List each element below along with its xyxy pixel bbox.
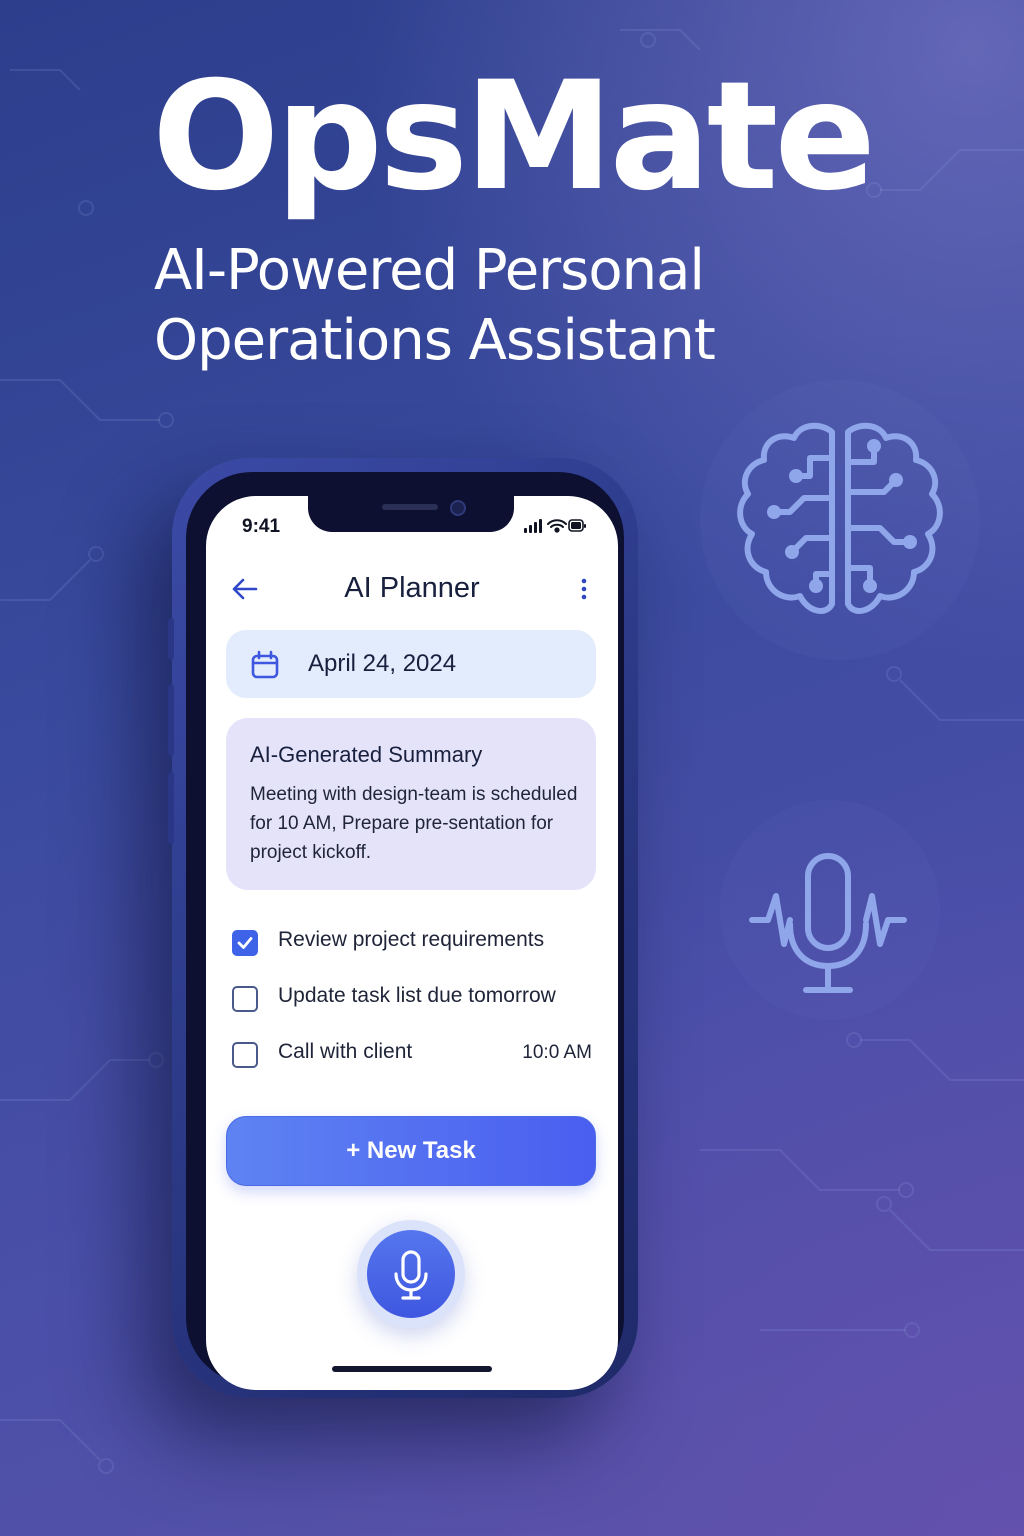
task-checkbox[interactable]	[232, 1042, 258, 1068]
task-item[interactable]: Call with client 10:0 AM	[232, 1038, 592, 1072]
selected-date: April 24, 2024	[308, 650, 457, 677]
summary-text: Meeting with design-team is scheduled fo…	[250, 784, 578, 863]
signal-icon	[524, 519, 542, 533]
task-time: 10:0 AM	[522, 1042, 592, 1063]
phone-volume-down	[168, 772, 174, 844]
microphone-icon	[394, 1250, 428, 1300]
brain-circuit-icon	[737, 422, 943, 614]
status-time: 9:41	[242, 516, 281, 537]
tagline-line-2: Operations Assistant	[154, 308, 716, 373]
task-checkbox[interactable]	[232, 986, 258, 1012]
tagline-line-1: AI-Powered Personal	[154, 238, 705, 303]
phone-mockup: 9:41 AI Planner April 24, 2024 AI-Genera…	[168, 458, 638, 1398]
phone-mute-switch	[168, 618, 174, 660]
calendar-icon	[251, 650, 279, 679]
wifi-icon	[547, 519, 567, 533]
app-title: OpsMate	[152, 50, 876, 224]
task-label: Call with client	[278, 1040, 413, 1063]
status-icons	[524, 519, 586, 533]
front-camera	[450, 500, 466, 516]
speaker-grille	[382, 504, 438, 510]
ai-summary-card: AI-Generated Summary Meeting with design…	[226, 718, 596, 890]
microphone-waveform-icon	[749, 853, 907, 993]
new-task-button[interactable]: + New Task	[226, 1116, 596, 1186]
voice-input-halo	[357, 1220, 465, 1328]
voice-input-button[interactable]	[367, 1230, 455, 1318]
date-selector[interactable]: April 24, 2024	[226, 630, 596, 698]
task-item[interactable]: Review project requirements	[232, 926, 592, 960]
task-label: Review project requirements	[278, 928, 545, 951]
app-tagline: AI-Powered Personal Operations Assistant	[154, 236, 874, 376]
phone-notch	[308, 496, 514, 532]
task-item[interactable]: Update task list due tomorrow	[232, 982, 592, 1016]
checkmark-icon	[237, 937, 253, 949]
task-checkbox-checked[interactable]	[232, 930, 258, 956]
more-vertical-icon[interactable]	[576, 576, 592, 602]
phone-bezel: 9:41 AI Planner April 24, 2024 AI-Genera…	[186, 472, 624, 1390]
home-indicator	[332, 1366, 492, 1372]
summary-title: AI-Generated Summary	[250, 742, 483, 767]
phone-volume-up	[168, 684, 174, 756]
task-label: Update task list due tomorrow	[278, 984, 556, 1007]
phone-screen: 9:41 AI Planner April 24, 2024 AI-Genera…	[206, 496, 618, 1390]
screen-title: AI Planner	[344, 572, 480, 604]
battery-icon	[568, 519, 586, 532]
